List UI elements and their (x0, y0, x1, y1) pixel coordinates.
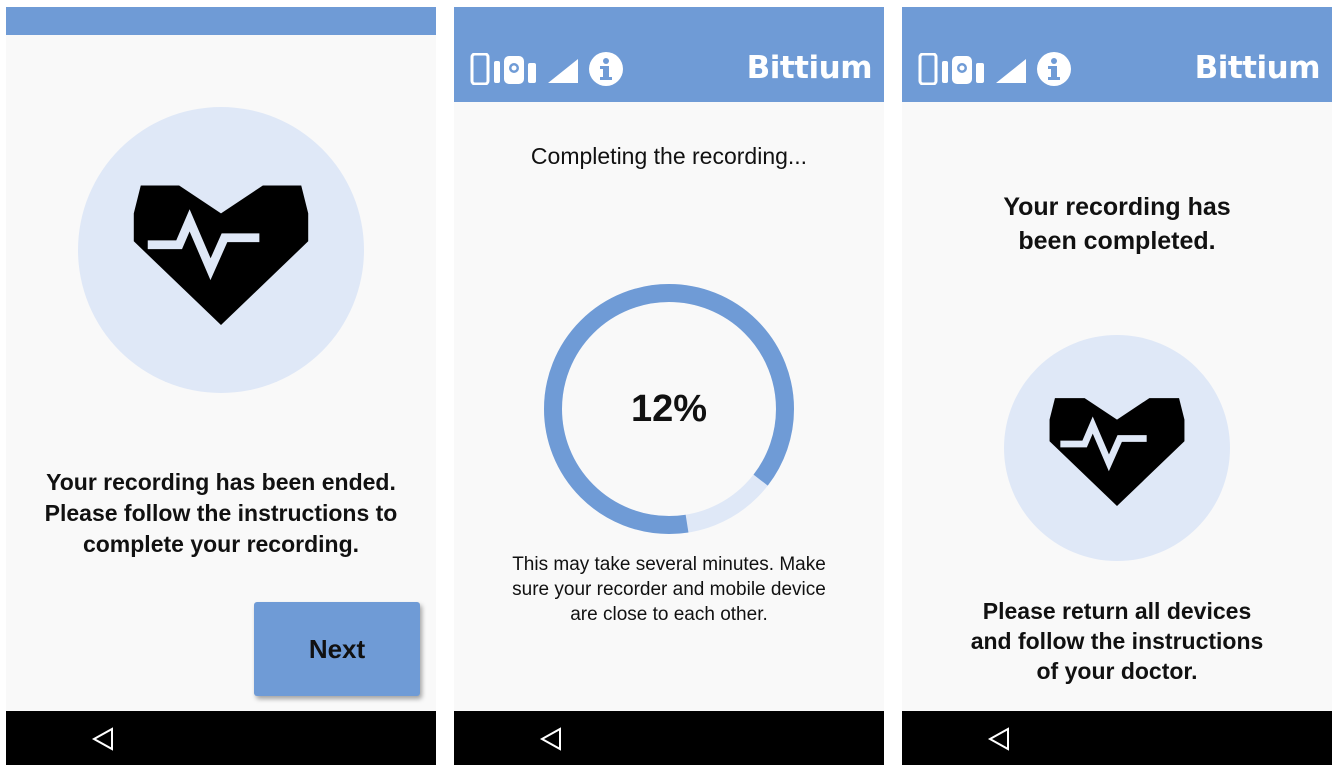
back-triangle-icon[interactable] (538, 727, 564, 751)
navigation-bar (6, 711, 436, 765)
next-button[interactable]: Next (254, 602, 420, 696)
screen-recording-ended: Your recording has been ended. Please fo… (6, 7, 436, 765)
heart-circle (1004, 335, 1230, 561)
phone-icon[interactable] (918, 53, 938, 85)
brand-logo: Bittium (746, 50, 873, 86)
recorder-icon[interactable] (492, 55, 544, 85)
heart-ecg-icon (133, 185, 309, 325)
navigation-bar (454, 711, 884, 765)
progress-ring: 12% (543, 283, 795, 535)
app-header: Bittium (454, 7, 884, 102)
heart-ecg-icon (1049, 398, 1185, 506)
recorder-icon[interactable] (940, 55, 992, 85)
signal-icon[interactable] (994, 57, 1028, 85)
completing-heading: Completing the recording... (530, 143, 808, 169)
return-devices-message: Please return all devices and follow the… (970, 598, 1264, 684)
back-triangle-icon[interactable] (90, 727, 116, 751)
phone-icon[interactable] (470, 53, 490, 85)
info-icon[interactable] (588, 51, 624, 87)
screen-completing-recording: Bittium Completing the recording... 12% … (454, 7, 884, 765)
app-header: Bittium (902, 7, 1332, 102)
progress-percent: 12% (630, 387, 708, 430)
brand-logo: Bittium (1194, 50, 1321, 86)
recording-ended-message: Your recording has been ended. Please fo… (44, 469, 398, 557)
wait-info-text: This may take several minutes. Make sure… (512, 554, 826, 625)
navigation-bar (902, 711, 1332, 765)
signal-icon[interactable] (546, 57, 580, 85)
app-top-bar (6, 7, 436, 35)
screen-recording-completed: Bittium Your recording has been complete… (902, 7, 1332, 765)
recording-completed-title: Your recording has been completed. (1003, 193, 1231, 255)
back-triangle-icon[interactable] (986, 727, 1012, 751)
info-icon[interactable] (1036, 51, 1072, 87)
heart-circle (78, 107, 364, 393)
